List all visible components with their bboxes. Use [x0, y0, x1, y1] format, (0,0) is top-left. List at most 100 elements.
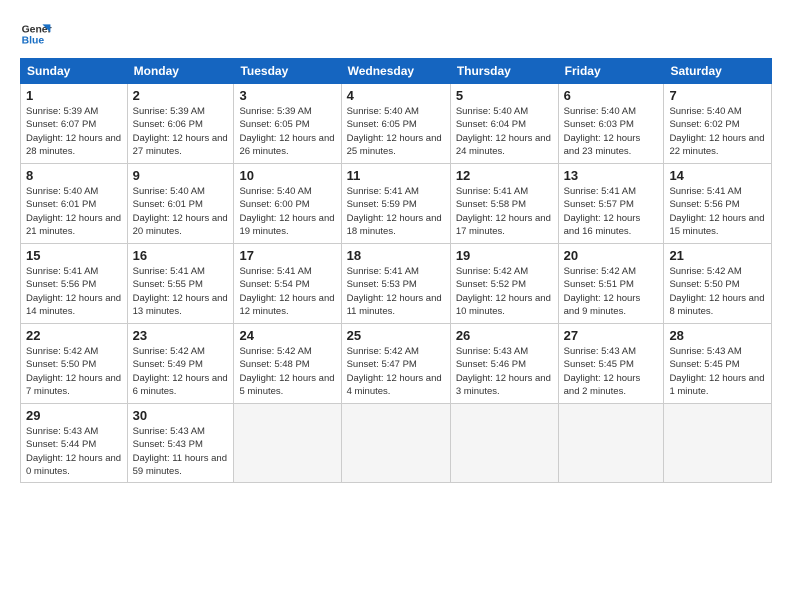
week-row-3: 15Sunrise: 5:41 AMSunset: 5:56 PMDayligh…	[21, 244, 772, 324]
day-number: 11	[347, 168, 445, 183]
day-number: 26	[456, 328, 553, 343]
day-cell-11: 11 Sunrise: 5:41 AMSunset: 5:59 PMDayligh…	[341, 164, 450, 244]
day-cell-5: 5 Sunrise: 5:40 AMSunset: 6:04 PMDaylight…	[450, 84, 558, 164]
header: General Blue	[20, 18, 772, 50]
day-number: 20	[564, 248, 659, 263]
day-number: 2	[133, 88, 229, 103]
day-number: 10	[239, 168, 335, 183]
empty-cell	[341, 404, 450, 483]
day-cell-8: 8 Sunrise: 5:40 AMSunset: 6:01 PMDaylight…	[21, 164, 128, 244]
day-cell-12: 12Sunrise: 5:41 AMSunset: 5:58 PMDayligh…	[450, 164, 558, 244]
day-number: 28	[669, 328, 766, 343]
col-header-wednesday: Wednesday	[341, 59, 450, 84]
col-header-thursday: Thursday	[450, 59, 558, 84]
day-info: Sunrise: 5:42 AMSunset: 5:51 PMDaylight:…	[564, 265, 659, 318]
day-info: Sunrise: 5:42 AMSunset: 5:50 PMDaylight:…	[669, 265, 766, 318]
day-info: Sunrise: 5:41 AMSunset: 5:53 PMDaylight:…	[347, 265, 445, 318]
day-info: Sunrise: 5:40 AMSunset: 6:05 PMDaylight:…	[347, 105, 445, 158]
day-cell-25: 25 Sunrise: 5:42 AMSunset: 5:47 PMDayligh…	[341, 324, 450, 404]
day-number: 17	[239, 248, 335, 263]
day-number: 9	[133, 168, 229, 183]
day-info: Sunrise: 5:39 AMSunset: 6:07 PMDaylight:…	[26, 105, 122, 158]
empty-cell	[664, 404, 772, 483]
day-number: 22	[26, 328, 122, 343]
week-row-4: 22 Sunrise: 5:42 AMSunset: 5:50 PMDayligh…	[21, 324, 772, 404]
day-number: 1	[26, 88, 122, 103]
day-info: Sunrise: 5:40 AMSunset: 6:01 PMDaylight:…	[26, 185, 122, 238]
day-info: Sunrise: 5:41 AMSunset: 5:54 PMDaylight:…	[239, 265, 335, 318]
day-cell-28: 28 Sunrise: 5:43 AMSunset: 5:45 PMDayligh…	[664, 324, 772, 404]
day-cell-7: 7Sunrise: 5:40 AMSunset: 6:02 PMDaylight…	[664, 84, 772, 164]
day-info: Sunrise: 5:40 AMSunset: 6:04 PMDaylight:…	[456, 105, 553, 158]
day-number: 29	[26, 408, 122, 423]
day-info: Sunrise: 5:42 AMSunset: 5:50 PMDaylight:…	[26, 345, 122, 398]
col-header-monday: Monday	[127, 59, 234, 84]
day-info: Sunrise: 5:43 AMSunset: 5:44 PMDaylight:…	[26, 425, 122, 478]
day-info: Sunrise: 5:41 AMSunset: 5:56 PMDaylight:…	[26, 265, 122, 318]
day-cell-10: 10Sunrise: 5:40 AMSunset: 6:00 PMDayligh…	[234, 164, 341, 244]
day-info: Sunrise: 5:41 AMSunset: 5:59 PMDaylight:…	[347, 185, 445, 238]
header-row: SundayMondayTuesdayWednesdayThursdayFrid…	[21, 59, 772, 84]
day-cell-18: 18 Sunrise: 5:41 AMSunset: 5:53 PMDayligh…	[341, 244, 450, 324]
day-number: 3	[239, 88, 335, 103]
col-header-sunday: Sunday	[21, 59, 128, 84]
day-info: Sunrise: 5:42 AMSunset: 5:52 PMDaylight:…	[456, 265, 553, 318]
day-cell-19: 19Sunrise: 5:42 AMSunset: 5:52 PMDayligh…	[450, 244, 558, 324]
svg-text:Blue: Blue	[22, 36, 45, 47]
day-cell-26: 26 Sunrise: 5:43 AMSunset: 5:46 PMDayligh…	[450, 324, 558, 404]
day-number: 25	[347, 328, 445, 343]
day-info: Sunrise: 5:41 AMSunset: 5:56 PMDaylight:…	[669, 185, 766, 238]
empty-cell	[558, 404, 664, 483]
day-info: Sunrise: 5:41 AMSunset: 5:57 PMDaylight:…	[564, 185, 659, 238]
day-number: 24	[239, 328, 335, 343]
day-cell-17: 17 Sunrise: 5:41 AMSunset: 5:54 PMDayligh…	[234, 244, 341, 324]
day-cell-1: 1 Sunrise: 5:39 AMSunset: 6:07 PMDaylight…	[21, 84, 128, 164]
day-cell-4: 4 Sunrise: 5:40 AMSunset: 6:05 PMDaylight…	[341, 84, 450, 164]
col-header-friday: Friday	[558, 59, 664, 84]
day-number: 18	[347, 248, 445, 263]
day-cell-23: 23Sunrise: 5:42 AMSunset: 5:49 PMDayligh…	[127, 324, 234, 404]
day-cell-27: 27 Sunrise: 5:43 AMSunset: 5:45 PMDayligh…	[558, 324, 664, 404]
day-info: Sunrise: 5:43 AMSunset: 5:45 PMDaylight:…	[564, 345, 659, 398]
week-row-1: 1 Sunrise: 5:39 AMSunset: 6:07 PMDaylight…	[21, 84, 772, 164]
day-info: Sunrise: 5:39 AMSunset: 6:06 PMDaylight:…	[133, 105, 229, 158]
day-cell-14: 14Sunrise: 5:41 AMSunset: 5:56 PMDayligh…	[664, 164, 772, 244]
day-cell-2: 2 Sunrise: 5:39 AMSunset: 6:06 PMDaylight…	[127, 84, 234, 164]
day-info: Sunrise: 5:42 AMSunset: 5:47 PMDaylight:…	[347, 345, 445, 398]
col-header-tuesday: Tuesday	[234, 59, 341, 84]
day-info: Sunrise: 5:42 AMSunset: 5:48 PMDaylight:…	[239, 345, 335, 398]
day-cell-6: 6Sunrise: 5:40 AMSunset: 6:03 PMDaylight…	[558, 84, 664, 164]
day-info: Sunrise: 5:39 AMSunset: 6:05 PMDaylight:…	[239, 105, 335, 158]
day-number: 30	[133, 408, 229, 423]
day-number: 13	[564, 168, 659, 183]
day-info: Sunrise: 5:43 AMSunset: 5:45 PMDaylight:…	[669, 345, 766, 398]
day-cell-22: 22 Sunrise: 5:42 AMSunset: 5:50 PMDayligh…	[21, 324, 128, 404]
day-cell-29: 29 Sunrise: 5:43 AMSunset: 5:44 PMDayligh…	[21, 404, 128, 483]
page: General Blue SundayMondayTuesdayWednesda…	[0, 0, 792, 612]
day-info: Sunrise: 5:43 AMSunset: 5:46 PMDaylight:…	[456, 345, 553, 398]
day-number: 5	[456, 88, 553, 103]
day-info: Sunrise: 5:40 AMSunset: 6:03 PMDaylight:…	[564, 105, 659, 158]
empty-cell	[234, 404, 341, 483]
day-number: 16	[133, 248, 229, 263]
col-header-saturday: Saturday	[664, 59, 772, 84]
day-cell-9: 9 Sunrise: 5:40 AMSunset: 6:01 PMDaylight…	[127, 164, 234, 244]
day-number: 27	[564, 328, 659, 343]
day-cell-16: 16 Sunrise: 5:41 AMSunset: 5:55 PMDayligh…	[127, 244, 234, 324]
day-cell-20: 20 Sunrise: 5:42 AMSunset: 5:51 PMDayligh…	[558, 244, 664, 324]
day-cell-3: 3 Sunrise: 5:39 AMSunset: 6:05 PMDaylight…	[234, 84, 341, 164]
day-info: Sunrise: 5:43 AMSunset: 5:43 PMDaylight:…	[133, 425, 229, 478]
calendar: SundayMondayTuesdayWednesdayThursdayFrid…	[20, 58, 772, 483]
day-cell-21: 21 Sunrise: 5:42 AMSunset: 5:50 PMDayligh…	[664, 244, 772, 324]
day-cell-15: 15Sunrise: 5:41 AMSunset: 5:56 PMDayligh…	[21, 244, 128, 324]
day-number: 23	[133, 328, 229, 343]
day-number: 21	[669, 248, 766, 263]
logo: General Blue	[20, 18, 56, 50]
day-number: 4	[347, 88, 445, 103]
day-info: Sunrise: 5:41 AMSunset: 5:58 PMDaylight:…	[456, 185, 553, 238]
day-number: 7	[669, 88, 766, 103]
empty-cell	[450, 404, 558, 483]
day-info: Sunrise: 5:41 AMSunset: 5:55 PMDaylight:…	[133, 265, 229, 318]
day-number: 8	[26, 168, 122, 183]
day-info: Sunrise: 5:40 AMSunset: 6:01 PMDaylight:…	[133, 185, 229, 238]
